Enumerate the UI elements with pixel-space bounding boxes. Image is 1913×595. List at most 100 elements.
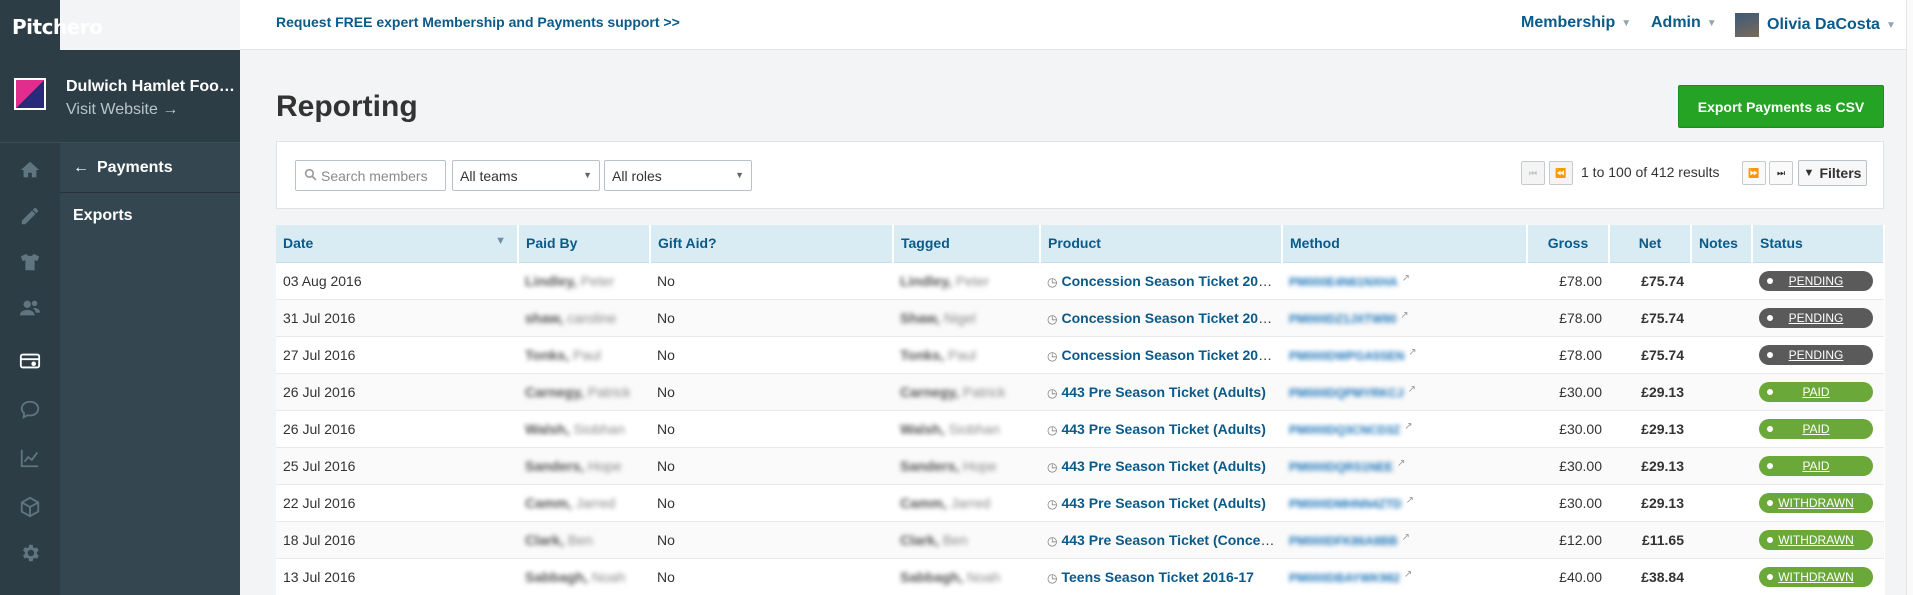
search-input[interactable] bbox=[321, 167, 441, 184]
product-link[interactable]: 443 Pre Season Ticket (Adults) bbox=[1061, 458, 1265, 474]
status-badge[interactable]: PENDING bbox=[1759, 307, 1873, 328]
method-link[interactable]: PM000DQPMYRKCJ bbox=[1289, 386, 1404, 400]
back-to-payments-link[interactable]: ← Payments bbox=[60, 143, 240, 193]
gear-icon[interactable] bbox=[0, 533, 60, 573]
cell-method[interactable]: PM000DZ1JXTW90 ↗ bbox=[1282, 299, 1527, 337]
cell-tagged[interactable]: Shaw, Nigel bbox=[893, 299, 1040, 337]
cell-product[interactable]: ◷ 443 Pre Season Ticket (Adults) bbox=[1040, 410, 1282, 448]
page-scrollbar[interactable] bbox=[1906, 0, 1913, 595]
column-header-gross[interactable]: Gross bbox=[1527, 225, 1610, 263]
product-link[interactable]: 443 Pre Season Ticket (Adults) bbox=[1061, 495, 1265, 511]
column-header-date[interactable]: Date ▼ bbox=[276, 225, 519, 263]
cell-tagged[interactable]: Clark, Ben bbox=[893, 521, 1040, 559]
table-row[interactable]: 13 Jul 2016 Sabbagh, Noah No Sabbagh, Noah ◷… bbox=[276, 558, 1884, 595]
cell-paid-by[interactable]: Tonks, Paul bbox=[518, 336, 650, 374]
table-row[interactable]: 26 Jul 2016 Walsh, Siobhan No Walsh, Siobha… bbox=[276, 410, 1884, 448]
prev-page-button[interactable]: ⏪ bbox=[1549, 161, 1573, 185]
cell-product[interactable]: ◷ Concession Season Ticket 2016-17 bbox=[1040, 262, 1282, 300]
column-header-notes[interactable]: Notes bbox=[1691, 225, 1753, 263]
membership-menu[interactable]: Membership ▼ bbox=[1521, 14, 1631, 32]
cell-method[interactable]: PM000DMHNN4ZTD ↗ bbox=[1282, 484, 1527, 522]
status-badge[interactable]: WITHDRAWN bbox=[1759, 566, 1873, 587]
product-link[interactable]: 443 Pre Season Ticket (Concession) bbox=[1061, 532, 1282, 548]
column-header-status[interactable]: Status bbox=[1752, 225, 1885, 263]
status-badge[interactable]: PAID bbox=[1759, 381, 1873, 402]
product-link[interactable]: Concession Season Ticket 2016-17 bbox=[1061, 273, 1282, 289]
status-badge[interactable]: WITHDRAWN bbox=[1759, 529, 1873, 550]
product-link[interactable]: Teens Season Ticket 2016-17 bbox=[1061, 569, 1253, 585]
next-page-button[interactable]: ⏩ bbox=[1742, 161, 1766, 185]
table-row[interactable]: 26 Jul 2016 Carnegy, Patrick No Carnegy, Pa… bbox=[276, 373, 1884, 411]
pitchero-logo[interactable]: Pitchero bbox=[12, 15, 103, 39]
search-box[interactable] bbox=[295, 160, 446, 191]
home-icon[interactable] bbox=[0, 150, 60, 190]
cell-tagged[interactable]: Sanders, Hope bbox=[893, 447, 1040, 485]
admin-menu[interactable]: Admin ▼ bbox=[1651, 14, 1717, 32]
cell-tagged[interactable]: Walsh, Siobhan bbox=[893, 410, 1040, 448]
cell-method[interactable]: PM000DQ3CNCD3Z ↗ bbox=[1282, 410, 1527, 448]
product-link[interactable]: Concession Season Ticket 2016-17 bbox=[1061, 310, 1282, 326]
chart-icon[interactable] bbox=[0, 438, 60, 478]
export-csv-button[interactable]: Export Payments as CSV bbox=[1678, 85, 1884, 128]
method-link[interactable]: PM000DWPGA5SEN bbox=[1289, 349, 1404, 363]
cell-method[interactable]: PM000DQRS1NEE ↗ bbox=[1282, 447, 1527, 485]
cell-product[interactable]: ◷ Concession Season Ticket 2016-17 bbox=[1040, 336, 1282, 374]
cell-paid-by[interactable]: Clark, Ben bbox=[518, 521, 650, 559]
card-icon[interactable] bbox=[0, 341, 60, 381]
cell-tagged[interactable]: Lindley, Peter bbox=[893, 262, 1040, 300]
cell-method[interactable]: PM000DBAYWK982 ↗ bbox=[1282, 558, 1527, 595]
table-row[interactable]: 25 Jul 2016 Sanders, Hope No Sanders, Hope ◷… bbox=[276, 447, 1884, 485]
cell-tagged[interactable]: Tonks, Paul bbox=[893, 336, 1040, 374]
cell-paid-by[interactable]: Sanders, Hope bbox=[518, 447, 650, 485]
column-header-gift-aid[interactable]: Gift Aid? bbox=[650, 225, 894, 263]
method-link[interactable]: PM000DZ1JXTW90 bbox=[1289, 312, 1396, 326]
status-badge[interactable]: PENDING bbox=[1759, 344, 1873, 365]
first-page-button[interactable]: ⏮ bbox=[1521, 161, 1545, 185]
table-row[interactable]: 22 Jul 2016 Camm, Jarred No Camm, Jarred ◷ 44… bbox=[276, 484, 1884, 522]
method-link[interactable]: PM000DQRS1NEE bbox=[1289, 460, 1393, 474]
cell-paid-by[interactable]: Lindley, Peter bbox=[518, 262, 650, 300]
shirt-icon[interactable] bbox=[0, 242, 60, 282]
status-badge[interactable]: WITHDRAWN bbox=[1759, 492, 1873, 513]
method-link[interactable]: PM000DMHNN4ZTD bbox=[1289, 497, 1402, 511]
promo-link[interactable]: Request FREE expert Membership and Payme… bbox=[276, 14, 680, 30]
method-link[interactable]: PM000E4N61NXHA bbox=[1289, 275, 1398, 289]
people-icon[interactable] bbox=[0, 288, 60, 328]
product-link[interactable]: 443 Pre Season Ticket (Adults) bbox=[1061, 384, 1265, 400]
column-header-product[interactable]: Product bbox=[1040, 225, 1283, 263]
visit-website-link[interactable]: Visit Website → bbox=[66, 101, 178, 119]
cell-product[interactable]: ◷ 443 Pre Season Ticket (Concession) bbox=[1040, 521, 1282, 559]
cell-product[interactable]: ◷ Teens Season Ticket 2016-17 bbox=[1040, 558, 1282, 595]
cell-product[interactable]: ◷ 443 Pre Season Ticket (Adults) bbox=[1040, 484, 1282, 522]
team-select[interactable]: All teams ▼ bbox=[452, 160, 600, 191]
cell-method[interactable]: PM000DQPMYRKCJ ↗ bbox=[1282, 373, 1527, 411]
cell-method[interactable]: PM000DFK86A8BB ↗ bbox=[1282, 521, 1527, 559]
cell-method[interactable]: PM000E4N61NXHA ↗ bbox=[1282, 262, 1527, 300]
cell-paid-by[interactable]: Sabbagh, Noah bbox=[518, 558, 650, 595]
cell-product[interactable]: ◷ 443 Pre Season Ticket (Adults) bbox=[1040, 373, 1282, 411]
product-link[interactable]: 443 Pre Season Ticket (Adults) bbox=[1061, 421, 1265, 437]
column-header-paid-by[interactable]: Paid By bbox=[518, 225, 651, 263]
product-link[interactable]: Concession Season Ticket 2016-17 bbox=[1061, 347, 1282, 363]
cell-tagged[interactable]: Camm, Jarred bbox=[893, 484, 1040, 522]
status-badge[interactable]: PENDING bbox=[1759, 270, 1873, 291]
table-row[interactable]: 03 Aug 2016 Lindley, Peter No Lindley, Pete… bbox=[276, 262, 1884, 300]
method-link[interactable]: PM000DBAYWK982 bbox=[1289, 571, 1400, 585]
cell-paid-by[interactable]: Walsh, Siobhan bbox=[518, 410, 650, 448]
cell-paid-by[interactable]: Carnegy, Patrick bbox=[518, 373, 650, 411]
table-row[interactable]: 27 Jul 2016 Tonks, Paul No Tonks, Paul ◷ Conc… bbox=[276, 336, 1884, 374]
column-header-net[interactable]: Net bbox=[1609, 225, 1692, 263]
cell-paid-by[interactable]: Camm, Jarred bbox=[518, 484, 650, 522]
role-select[interactable]: All roles ▼ bbox=[604, 160, 752, 191]
method-link[interactable]: PM000DFK86A8BB bbox=[1289, 534, 1398, 548]
column-header-method[interactable]: Method bbox=[1282, 225, 1528, 263]
table-row[interactable]: 18 Jul 2016 Clark, Ben No Clark, Ben ◷ 443 Pr… bbox=[276, 521, 1884, 559]
user-menu[interactable]: Olivia DaCosta ▼ bbox=[1735, 13, 1896, 37]
subnav-item-exports[interactable]: Exports bbox=[73, 207, 133, 225]
table-row[interactable]: 31 Jul 2016 shaw, caroline No Shaw, Nigel ◷ C… bbox=[276, 299, 1884, 337]
cell-method[interactable]: PM000DWPGA5SEN ↗ bbox=[1282, 336, 1527, 374]
cell-product[interactable]: ◷ 443 Pre Season Ticket (Adults) bbox=[1040, 447, 1282, 485]
cell-tagged[interactable]: Carnegy, Patrick bbox=[893, 373, 1040, 411]
cell-product[interactable]: ◷ Concession Season Ticket 2016-17 bbox=[1040, 299, 1282, 337]
status-badge[interactable]: PAID bbox=[1759, 455, 1873, 476]
